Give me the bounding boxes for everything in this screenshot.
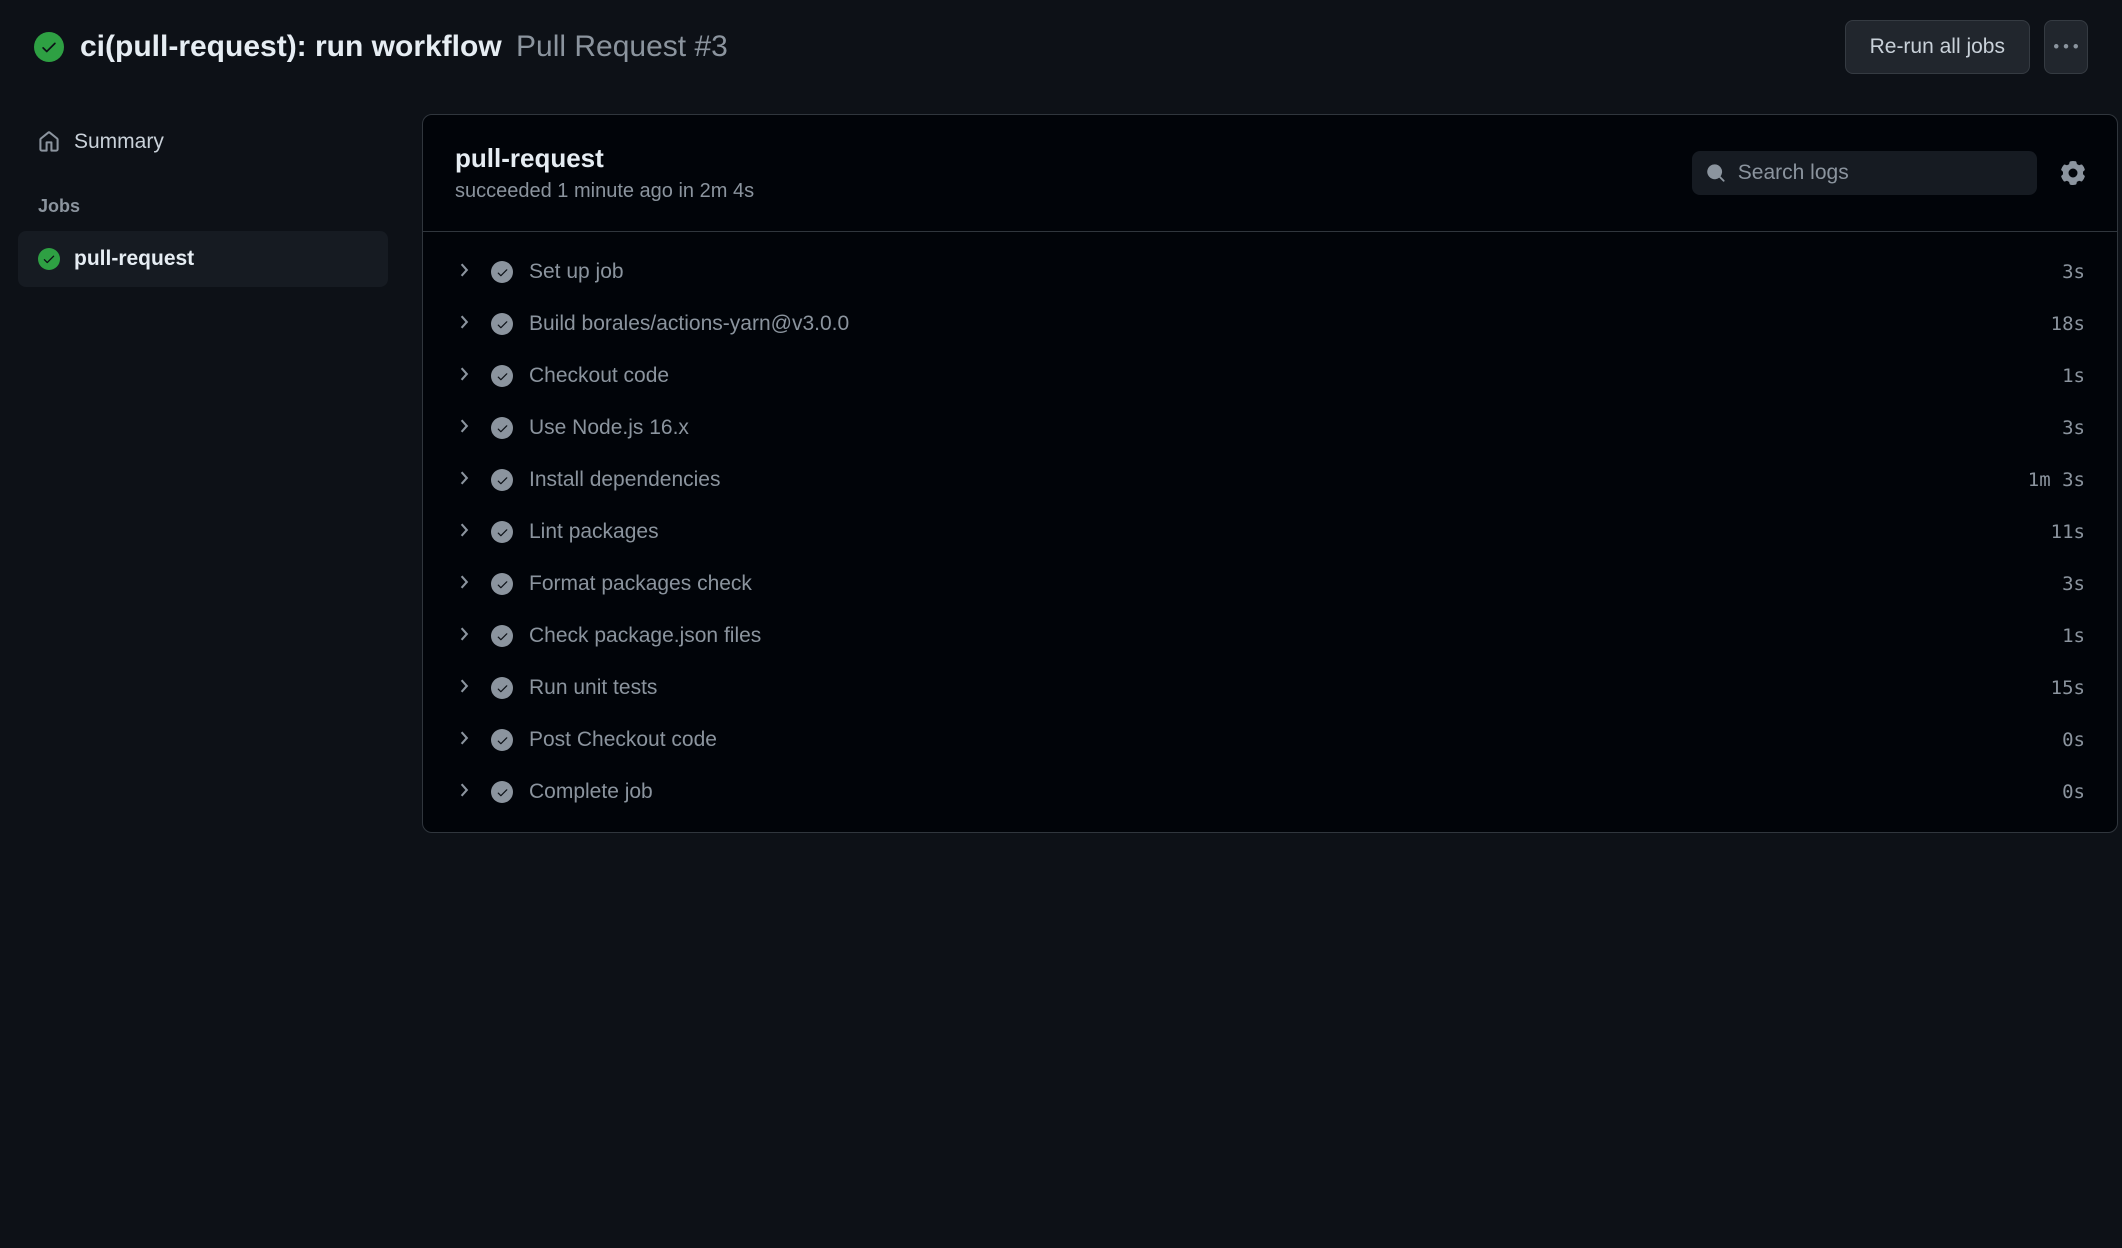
home-icon	[38, 131, 60, 153]
job-title: pull-request	[455, 143, 1692, 174]
check-icon	[38, 248, 60, 270]
sidebar-item-summary[interactable]: Summary	[18, 114, 388, 170]
workflow-title: ci(pull-request): run workflow	[80, 30, 502, 63]
chevron-right-icon	[459, 731, 477, 750]
step-duration: 3s	[2062, 261, 2085, 283]
check-icon	[491, 417, 513, 439]
step-name: Complete job	[529, 780, 2062, 804]
chevron-right-icon	[459, 471, 477, 490]
sidebar-summary-label: Summary	[74, 130, 164, 154]
kebab-icon	[2054, 35, 2078, 59]
step-name: Run unit tests	[529, 676, 2051, 700]
chevron-right-icon	[459, 575, 477, 594]
sidebar-jobs-heading: Jobs	[18, 170, 388, 231]
chevron-right-icon	[459, 679, 477, 698]
check-icon	[491, 729, 513, 751]
step-row[interactable]: Checkout code 1s	[423, 350, 2117, 402]
step-row[interactable]: Complete job 0s	[423, 766, 2117, 818]
step-row[interactable]: Install dependencies 1m 3s	[423, 454, 2117, 506]
check-icon	[491, 781, 513, 803]
check-icon	[491, 313, 513, 335]
more-options-button[interactable]	[2044, 20, 2088, 74]
sidebar-job-label: pull-request	[74, 247, 194, 271]
step-row[interactable]: Build borales/actions-yarn@v3.0.0 18s	[423, 298, 2117, 350]
step-row[interactable]: Set up job 3s	[423, 246, 2117, 298]
step-name: Use Node.js 16.x	[529, 416, 2062, 440]
step-name: Set up job	[529, 260, 2062, 284]
job-log-panel: pull-request succeeded 1 minute ago in 2…	[422, 114, 2118, 833]
step-name: Post Checkout code	[529, 728, 2062, 752]
step-row[interactable]: Post Checkout code 0s	[423, 714, 2117, 766]
page-title: ci(pull-request): run workflow Pull Requ…	[80, 30, 728, 64]
step-row[interactable]: Lint packages 11s	[423, 506, 2117, 558]
step-duration: 0s	[2062, 729, 2085, 751]
chevron-right-icon	[459, 783, 477, 802]
chevron-right-icon	[459, 523, 477, 542]
sidebar-item-job[interactable]: pull-request	[18, 231, 388, 287]
run-status-icon	[34, 32, 64, 62]
step-duration: 0s	[2062, 781, 2085, 803]
check-icon	[491, 469, 513, 491]
chevron-right-icon	[459, 367, 477, 386]
step-name: Lint packages	[529, 520, 2051, 544]
log-settings-button[interactable]	[2061, 161, 2085, 185]
step-row[interactable]: Use Node.js 16.x 3s	[423, 402, 2117, 454]
step-duration: 18s	[2051, 313, 2085, 335]
step-row[interactable]: Run unit tests 15s	[423, 662, 2117, 714]
check-icon	[491, 521, 513, 543]
step-duration: 1m 3s	[2028, 469, 2085, 491]
chevron-right-icon	[459, 419, 477, 438]
check-icon	[491, 677, 513, 699]
chevron-right-icon	[459, 263, 477, 282]
step-duration: 3s	[2062, 573, 2085, 595]
rerun-all-jobs-button[interactable]: Re-run all jobs	[1845, 20, 2030, 74]
chevron-right-icon	[459, 315, 477, 334]
search-icon	[1706, 162, 1726, 184]
step-duration: 3s	[2062, 417, 2085, 439]
search-logs-input[interactable]	[1738, 161, 2023, 185]
step-duration: 1s	[2062, 365, 2085, 387]
workflow-subtitle: Pull Request #3	[516, 30, 728, 63]
step-row[interactable]: Format packages check 3s	[423, 558, 2117, 610]
step-name: Build borales/actions-yarn@v3.0.0	[529, 312, 2051, 336]
check-icon	[491, 573, 513, 595]
check-icon	[491, 365, 513, 387]
step-duration: 15s	[2051, 677, 2085, 699]
job-status-line: succeeded 1 minute ago in 2m 4s	[455, 180, 1692, 203]
step-duration: 1s	[2062, 625, 2085, 647]
step-name: Check package.json files	[529, 624, 2062, 648]
sidebar: Summary Jobs pull-request	[18, 114, 388, 833]
search-logs-wrap[interactable]	[1692, 151, 2037, 195]
check-icon	[491, 261, 513, 283]
step-name: Format packages check	[529, 572, 2062, 596]
chevron-right-icon	[459, 627, 477, 646]
check-icon	[491, 625, 513, 647]
step-name: Checkout code	[529, 364, 2062, 388]
step-name: Install dependencies	[529, 468, 2028, 492]
gear-icon	[2061, 161, 2085, 185]
step-duration: 11s	[2051, 521, 2085, 543]
step-row[interactable]: Check package.json files 1s	[423, 610, 2117, 662]
